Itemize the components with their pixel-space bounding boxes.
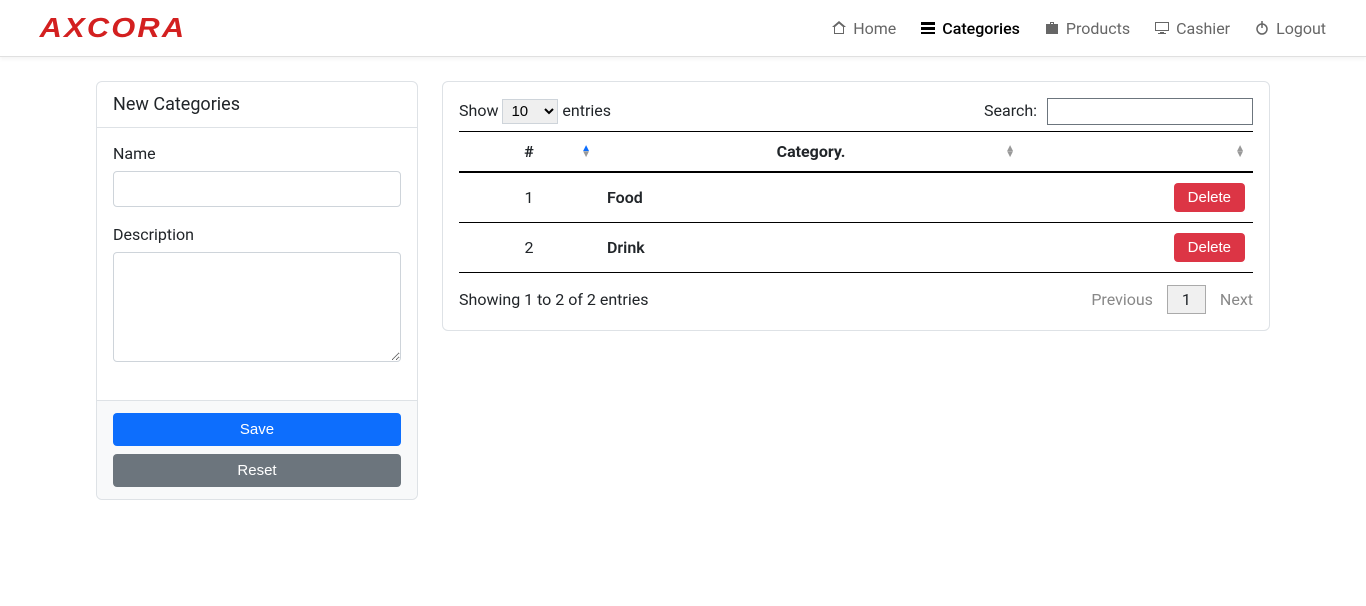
name-label: Name — [113, 144, 401, 163]
nav-cashier[interactable]: Cashier — [1154, 19, 1230, 38]
nav-categories[interactable]: Categories — [920, 19, 1020, 38]
prev-page[interactable]: Previous — [1091, 290, 1153, 309]
briefcase-icon — [1044, 20, 1060, 36]
row-index: 1 — [459, 172, 599, 223]
new-category-card: New Categories Name Description Save Res… — [96, 81, 418, 500]
sort-asc-icon: ▲▼ — [581, 146, 591, 158]
pagination: Previous 1 Next — [1091, 285, 1253, 314]
table-row: 2Drink Delete — [459, 223, 1253, 273]
home-icon — [831, 20, 847, 36]
monitor-icon — [1154, 20, 1170, 36]
reset-button[interactable]: Reset — [113, 454, 401, 487]
nav-categories-label: Categories — [942, 19, 1020, 38]
entries-length: Show 102550100 entries — [459, 99, 611, 124]
nav-cashier-label: Cashier — [1176, 19, 1230, 38]
nav-home[interactable]: Home — [831, 19, 896, 38]
card-title: New Categories — [97, 82, 417, 128]
col-category[interactable]: Category. ▲▼ — [599, 132, 1023, 173]
list-icon — [920, 20, 936, 36]
page-1[interactable]: 1 — [1167, 285, 1206, 314]
nav-home-label: Home — [853, 19, 896, 38]
delete-button[interactable]: Delete — [1174, 183, 1245, 212]
description-input[interactable] — [113, 252, 401, 362]
main-nav: Home Categories Products Cashier Logout — [831, 19, 1326, 38]
nav-products-label: Products — [1066, 19, 1130, 38]
show-label: Show — [459, 101, 498, 120]
row-category: Drink — [599, 223, 1023, 273]
power-icon — [1254, 20, 1270, 36]
sort-icon: ▲▼ — [1005, 146, 1015, 158]
categories-table: # ▲▼ Category. ▲▼ ▲▼ 1Food Delete 2Drink De… — [459, 131, 1253, 273]
nav-logout[interactable]: Logout — [1254, 19, 1326, 38]
col-index[interactable]: # ▲▼ — [459, 132, 599, 173]
table-row: 1Food Delete — [459, 172, 1253, 223]
save-button[interactable]: Save — [113, 413, 401, 446]
row-category: Food — [599, 172, 1023, 223]
search-wrap: Search: — [984, 98, 1253, 125]
nav-logout-label: Logout — [1276, 19, 1326, 38]
nav-products[interactable]: Products — [1044, 19, 1130, 38]
name-input[interactable] — [113, 171, 401, 207]
delete-button[interactable]: Delete — [1174, 233, 1245, 262]
sort-icon: ▲▼ — [1235, 146, 1245, 158]
row-index: 2 — [459, 223, 599, 273]
length-select[interactable]: 102550100 — [502, 99, 558, 124]
entries-label: entries — [562, 101, 611, 120]
categories-table-card: Show 102550100 entries Search: # ▲▼ Cate… — [442, 81, 1270, 331]
table-info: Showing 1 to 2 of 2 entries — [459, 290, 648, 309]
search-input[interactable] — [1047, 98, 1253, 125]
brand-logo: AXCORA — [33, 12, 186, 44]
search-label: Search: — [984, 101, 1037, 120]
description-label: Description — [113, 225, 401, 244]
next-page[interactable]: Next — [1220, 290, 1253, 309]
col-action[interactable]: ▲▼ — [1023, 132, 1253, 173]
